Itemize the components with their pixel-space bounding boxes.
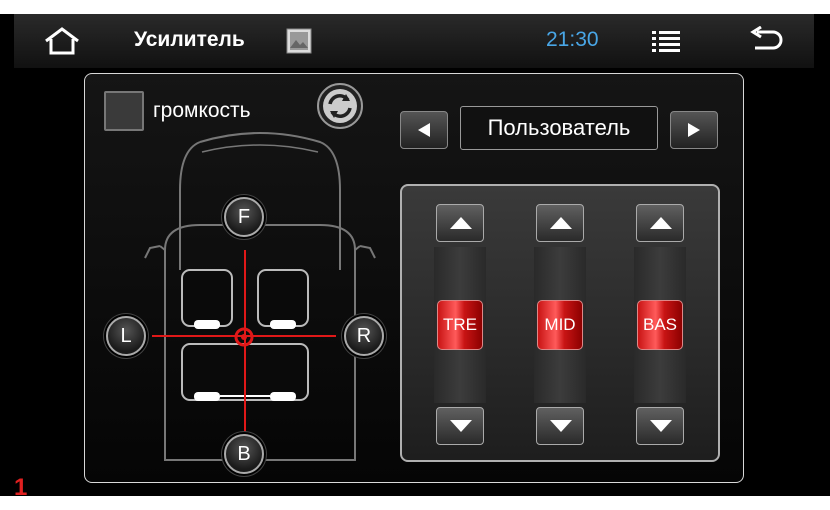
volume-checkbox[interactable] <box>104 91 144 131</box>
reset-button[interactable] <box>316 82 364 130</box>
back-icon[interactable] <box>747 25 783 54</box>
bass-up-button[interactable] <box>636 204 684 242</box>
bass-down-button[interactable] <box>636 407 684 445</box>
triangle-down-icon <box>450 420 472 432</box>
screen-frame-bottom <box>0 496 830 510</box>
triangle-up-icon <box>550 217 572 229</box>
treble-slider-knob[interactable]: TRE <box>437 300 483 350</box>
list-icon[interactable] <box>650 28 682 54</box>
mid-down-button[interactable] <box>536 407 584 445</box>
image-icon[interactable] <box>286 28 312 54</box>
bass-slider-knob[interactable]: BAS <box>637 300 683 350</box>
top-bar: Усилитель 21:30 <box>14 14 814 68</box>
front-button[interactable]: F <box>224 197 264 237</box>
triangle-up-icon <box>450 217 472 229</box>
triangle-down-icon <box>650 420 672 432</box>
car-diagram <box>140 130 380 480</box>
screen-frame-top <box>0 0 830 14</box>
triangle-left-icon <box>418 123 430 137</box>
right-button[interactable]: R <box>344 316 384 356</box>
home-icon[interactable] <box>42 26 82 56</box>
back-button[interactable]: B <box>224 434 264 474</box>
treble-down-button[interactable] <box>436 407 484 445</box>
triangle-up-icon <box>650 217 672 229</box>
page-title: Усилитель <box>134 28 245 51</box>
triangle-down-icon <box>550 420 572 432</box>
preset-prev-button[interactable] <box>400 111 448 149</box>
mid-up-button[interactable] <box>536 204 584 242</box>
refresh-icon <box>317 83 363 129</box>
volume-label: громкость <box>153 99 251 122</box>
triangle-right-icon <box>688 123 700 137</box>
left-button[interactable]: L <box>106 316 146 356</box>
mid-slider-knob[interactable]: MID <box>537 300 583 350</box>
treble-up-button[interactable] <box>436 204 484 242</box>
preset-name: Пользователь <box>460 106 658 150</box>
clock: 21:30 <box>546 28 599 51</box>
preset-next-button[interactable] <box>670 111 718 149</box>
